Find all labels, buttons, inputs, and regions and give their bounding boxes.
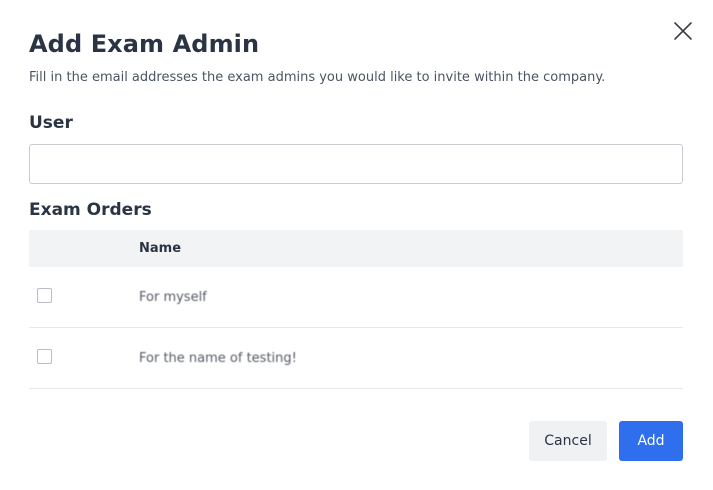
- exam-orders-table: Name For myself For the name of testing!: [29, 230, 683, 389]
- row-name: For the name of testing!: [139, 351, 297, 366]
- row-name: For myself: [139, 290, 207, 305]
- user-field-label: User: [29, 113, 73, 133]
- add-exam-admin-dialog: Add Exam Admin Fill in the email address…: [0, 0, 713, 490]
- close-icon: [674, 22, 692, 40]
- dialog-subtitle: Fill in the email addresses the exam adm…: [29, 70, 606, 85]
- row-checkbox[interactable]: [37, 288, 52, 303]
- row-checkbox[interactable]: [37, 349, 52, 364]
- column-header-name: Name: [139, 241, 182, 256]
- add-button[interactable]: Add: [619, 421, 683, 461]
- user-input[interactable]: [29, 144, 683, 184]
- exam-orders-label: Exam Orders: [29, 200, 152, 220]
- close-button[interactable]: [670, 18, 696, 44]
- table-header: Name: [29, 230, 683, 267]
- table-row: For the name of testing!: [29, 328, 683, 389]
- cancel-button[interactable]: Cancel: [529, 421, 607, 461]
- dialog-title: Add Exam Admin: [29, 30, 260, 58]
- table-row: For myself: [29, 267, 683, 328]
